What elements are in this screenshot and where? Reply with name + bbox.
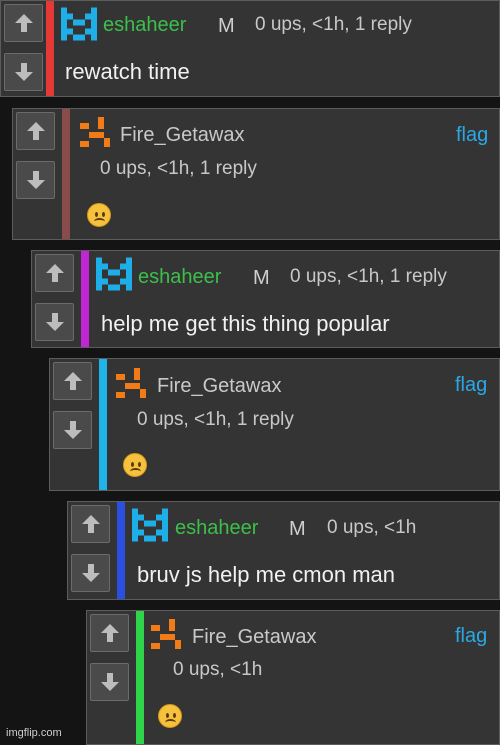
thread-bar	[99, 359, 107, 490]
comment-body: help me get this thing popular	[101, 311, 390, 336]
watermark: imgflip.com	[6, 727, 62, 739]
upvote-button[interactable]	[71, 505, 110, 543]
arrow-down-icon	[82, 564, 100, 582]
thread-bar	[117, 502, 125, 599]
comment-1: eshaheer M 0 ups, <1h, 1 reply rewatch t…	[0, 0, 500, 97]
arrow-down-icon	[15, 63, 33, 81]
thread-bar	[81, 251, 89, 347]
fire-avatar[interactable]	[151, 619, 181, 649]
downvote-button[interactable]	[35, 303, 74, 341]
username-link[interactable]: eshaheer	[175, 517, 258, 540]
frowning-face-icon	[158, 704, 182, 728]
mod-badge: M	[218, 15, 235, 37]
comment-2: Fire_Getawax flag 0 ups, <1h, 1 reply	[12, 108, 500, 240]
upvote-button[interactable]	[4, 4, 43, 42]
downvote-button[interactable]	[90, 663, 129, 701]
flag-link[interactable]: flag	[455, 625, 487, 648]
comment-meta: 0 ups, <1h, 1 reply	[137, 409, 294, 430]
flag-link[interactable]: flag	[456, 124, 488, 147]
frowning-face-icon	[123, 453, 147, 477]
comment-5: eshaheer M 0 ups, <1h bruv js help me cm…	[67, 501, 500, 600]
comment-body: rewatch time	[65, 59, 190, 84]
username-link[interactable]: Fire_Getawax	[120, 124, 245, 147]
fire-avatar[interactable]	[80, 117, 110, 147]
comment-meta: 0 ups, <1h	[327, 517, 417, 538]
comment-3: eshaheer M 0 ups, <1h, 1 reply help me g…	[31, 250, 500, 348]
arrow-down-icon	[27, 171, 45, 189]
arrow-up-icon	[46, 264, 64, 282]
arrow-up-icon	[15, 14, 33, 32]
username-link[interactable]: Fire_Getawax	[192, 626, 317, 649]
eshaheer-avatar[interactable]	[96, 257, 132, 291]
downvote-button[interactable]	[16, 161, 55, 199]
upvote-button[interactable]	[35, 254, 74, 292]
comment-meta: 0 ups, <1h, 1 reply	[290, 266, 447, 287]
upvote-button[interactable]	[90, 614, 129, 652]
arrow-up-icon	[64, 372, 82, 390]
username-link[interactable]: Fire_Getawax	[157, 375, 282, 398]
mod-badge: M	[253, 267, 270, 289]
eshaheer-avatar[interactable]	[132, 508, 168, 542]
arrow-down-icon	[64, 421, 82, 439]
frowning-face-icon	[87, 203, 111, 227]
thread-bar	[136, 611, 144, 744]
arrow-up-icon	[27, 122, 45, 140]
flag-link[interactable]: flag	[455, 374, 487, 397]
comment-meta: 0 ups, <1h	[173, 659, 263, 680]
thread-bar	[62, 109, 70, 239]
downvote-button[interactable]	[71, 554, 110, 592]
thread-bar	[46, 1, 54, 96]
comment-meta: 0 ups, <1h, 1 reply	[100, 158, 257, 179]
eshaheer-avatar[interactable]	[61, 7, 97, 41]
arrow-up-icon	[82, 515, 100, 533]
comment-meta: 0 ups, <1h, 1 reply	[255, 14, 412, 35]
fire-avatar[interactable]	[116, 368, 146, 398]
downvote-button[interactable]	[53, 411, 92, 449]
upvote-button[interactable]	[16, 112, 55, 150]
username-link[interactable]: eshaheer	[138, 266, 221, 289]
arrow-down-icon	[101, 673, 119, 691]
comment-body: bruv js help me cmon man	[137, 562, 395, 587]
comment-4: Fire_Getawax flag 0 ups, <1h, 1 reply	[49, 358, 500, 491]
username-link[interactable]: eshaheer	[103, 14, 186, 37]
downvote-button[interactable]	[4, 53, 43, 91]
mod-badge: M	[289, 518, 306, 540]
arrow-down-icon	[46, 313, 64, 331]
comment-6: Fire_Getawax flag 0 ups, <1h	[86, 610, 500, 745]
upvote-button[interactable]	[53, 362, 92, 400]
arrow-up-icon	[101, 624, 119, 642]
